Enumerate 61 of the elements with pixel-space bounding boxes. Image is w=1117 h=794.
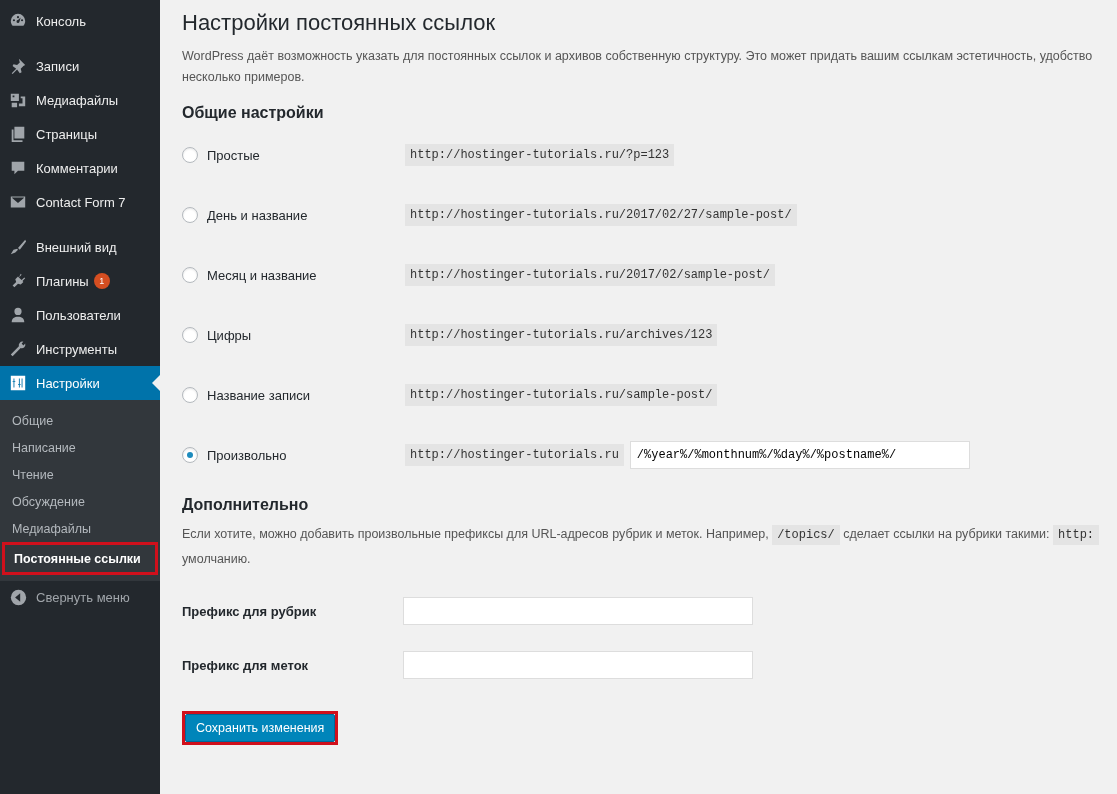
section-heading: Общие настройки bbox=[182, 104, 325, 122]
radio-button[interactable] bbox=[182, 387, 198, 403]
url-example: http://hostinger-tutorials.ru/2017/02/27/sample-post/ bbox=[405, 204, 797, 226]
option-label: Простые bbox=[207, 147, 260, 163]
url-example: http://hostinger-tutorials.ru/2017/02/sample-post/ bbox=[405, 264, 776, 286]
code-snippet: /topics/ bbox=[772, 525, 840, 545]
submenu-item[interactable]: Написание bbox=[0, 434, 160, 461]
url-example: http://hostinger-tutorials.ru/archives/123 bbox=[405, 324, 718, 346]
collapse-icon bbox=[10, 589, 27, 606]
count-badge: 1 bbox=[93, 273, 110, 289]
description-text: сделает ссылки на рубрики такими: bbox=[843, 527, 1050, 541]
option-label: Произвольно bbox=[207, 447, 287, 463]
radio-button[interactable] bbox=[182, 447, 198, 463]
section-heading: Дополнительно bbox=[182, 496, 310, 514]
option-label: Название записи bbox=[207, 387, 310, 403]
menu-item[interactable]: Плагины 1 bbox=[0, 264, 160, 298]
menu-item[interactable]: Пользователи bbox=[0, 298, 160, 332]
code-snippet: http: bbox=[1053, 525, 1100, 545]
description-text: умолчанию. bbox=[182, 552, 251, 566]
url-example: http://hostinger-tutorials.ru/?p=123 bbox=[405, 144, 675, 166]
radio-button[interactable] bbox=[182, 207, 198, 223]
wrench-icon bbox=[9, 340, 27, 358]
pages-icon bbox=[9, 125, 27, 143]
url-example: http://hostinger-tutorials.ru bbox=[405, 444, 624, 466]
menu-item[interactable]: Консоль bbox=[0, 4, 160, 38]
submenu-item[interactable]: Постоянные ссылки bbox=[2, 542, 158, 575]
input-field[interactable] bbox=[403, 651, 753, 679]
radio-button[interactable] bbox=[182, 267, 198, 283]
description-text: Если хотите, можно добавить произвольные префиксы для URL-адресов рубрик и меток. Например, bbox=[182, 527, 769, 541]
brush-icon bbox=[9, 238, 27, 256]
option-label: Месяц и название bbox=[207, 267, 317, 283]
menu-item[interactable]: Внешний вид bbox=[0, 230, 160, 264]
save-button[interactable]: Сохранить изменения bbox=[185, 714, 336, 742]
speech-bubble-icon bbox=[9, 159, 27, 177]
structure-input[interactable]: /%year%/%monthnum%/%day%/%postname%/ bbox=[629, 441, 970, 469]
menu-item[interactable]: Комментарии bbox=[0, 151, 160, 185]
field-label: Префикс для меток bbox=[182, 657, 310, 673]
menu-item[interactable]: Contact Form 7 bbox=[0, 185, 160, 219]
menu-item[interactable]: Страницы bbox=[0, 117, 160, 151]
option-label: Цифры bbox=[207, 327, 252, 343]
field-label: Префикс для рубрик bbox=[182, 603, 318, 619]
menu-item[interactable]: Медиафайлы bbox=[0, 83, 160, 117]
url-example: http://hostinger-tutorials.ru/sample-post/ bbox=[405, 384, 718, 406]
menu-item[interactable]: Записи bbox=[0, 49, 160, 83]
radio-button[interactable] bbox=[182, 327, 198, 343]
description-text: WordPress даёт возможность указать для постоянных ссылок и архивов собственную структуру. Это может придать вашим ссылкам эстетичность, удобство несколько примеров. bbox=[182, 48, 1094, 86]
pin-icon bbox=[9, 57, 27, 75]
collapse-menu-button[interactable]: Свернуть меню bbox=[0, 581, 160, 614]
media-icon bbox=[9, 91, 27, 109]
input-field[interactable] bbox=[403, 597, 753, 625]
menu-item[interactable]: Инструменты bbox=[0, 332, 160, 366]
page-title: Настройки постоянных ссылок bbox=[182, 10, 497, 36]
submenu-item[interactable]: Общие bbox=[0, 407, 160, 434]
submenu-item[interactable]: Обсуждение bbox=[0, 488, 160, 515]
submenu-item[interactable]: Медиафайлы bbox=[0, 515, 160, 542]
menu-item[interactable]: Настройки bbox=[0, 366, 160, 400]
sliders-icon bbox=[9, 374, 27, 392]
submenu-item[interactable]: Чтение bbox=[0, 461, 160, 488]
option-label: День и название bbox=[207, 207, 308, 223]
user-icon bbox=[9, 306, 27, 324]
radio-button[interactable] bbox=[182, 147, 198, 163]
